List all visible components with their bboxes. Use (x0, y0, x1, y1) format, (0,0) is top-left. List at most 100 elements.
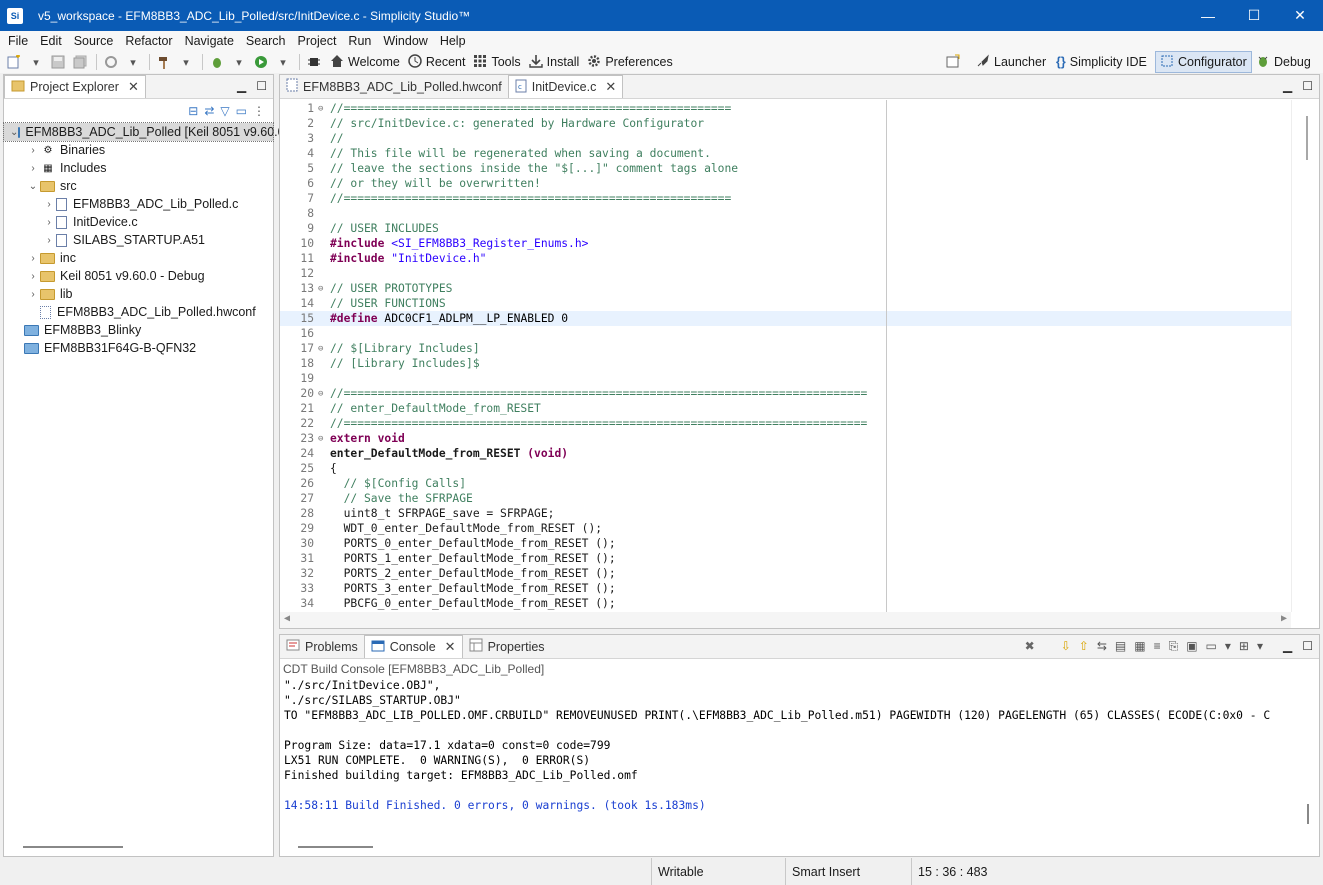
recent-button[interactable]: Recent (408, 53, 465, 71)
pin-console-icon[interactable]: ▦ (1134, 639, 1145, 654)
menu-search[interactable]: Search (240, 34, 292, 48)
tree-item[interactable]: › inc (4, 249, 273, 267)
new-icon[interactable] (6, 54, 22, 70)
fold-marker[interactable]: ⊖ (318, 104, 326, 114)
perspective-launcher[interactable]: Launcher (976, 51, 1046, 73)
close-icon[interactable]: ✕ (445, 639, 456, 655)
menu-window[interactable]: Window (377, 34, 433, 48)
chevron-down-icon[interactable]: ⌄ (10, 127, 18, 138)
chevron-right-icon[interactable]: › (26, 163, 40, 174)
fold-marker[interactable]: ⊖ (318, 389, 326, 399)
dropdown-arrow-icon[interactable]: ▾ (28, 54, 44, 70)
fold-marker[interactable]: ⊖ (318, 344, 326, 354)
tree-item[interactable]: › ⚙ Binaries (4, 141, 273, 159)
chevron-right-icon[interactable]: › (42, 199, 56, 210)
vertical-scrollbar-thumb[interactable] (1306, 116, 1308, 160)
menu-navigate[interactable]: Navigate (179, 34, 240, 48)
menu-help[interactable]: Help (434, 34, 472, 48)
perspective-ide[interactable]: {} Simplicity IDE (1056, 51, 1147, 73)
menu-file[interactable]: File (2, 34, 34, 48)
maximize-view-icon[interactable]: ☐ (1302, 79, 1313, 93)
display-console-icon[interactable]: ▣ (1186, 639, 1197, 654)
welcome-button[interactable]: Welcome (330, 54, 400, 71)
scroll-right-icon[interactable]: ▶ (1281, 613, 1287, 624)
tree-item[interactable]: › Keil 8051 v9.60.0 - Debug (4, 267, 273, 285)
save-icon[interactable] (50, 54, 66, 70)
console-scrollbar-thumb[interactable] (1307, 804, 1309, 824)
run-icon[interactable] (253, 54, 269, 70)
fold-marker[interactable]: ⊖ (318, 434, 326, 444)
open-console-icon[interactable]: ▭ (1206, 639, 1217, 654)
maximize-view-icon[interactable]: ☐ (1302, 639, 1313, 653)
word-wrap-icon[interactable]: ≡ (1154, 639, 1161, 654)
tab-console[interactable]: Console ✕ (363, 635, 463, 658)
dropdown-arrow-icon[interactable]: ▾ (275, 54, 291, 70)
focus-icon[interactable]: ▭ (236, 104, 247, 118)
chevron-right-icon[interactable]: › (26, 253, 40, 264)
tree-item[interactable]: ⌄ src (4, 177, 273, 195)
dropdown-arrow-icon[interactable]: ▾ (1257, 639, 1263, 654)
explorer-hscroll-thumb[interactable] (23, 846, 123, 848)
tree-item[interactable]: EFM8BB31F64G-B-QFN32 (4, 339, 273, 357)
perspective-debug[interactable]: Debug (1256, 51, 1311, 73)
close-window-button[interactable]: ✕ (1277, 0, 1323, 31)
maximize-button[interactable]: ☐ (1231, 0, 1277, 31)
dropdown-arrow-icon[interactable]: ▾ (231, 54, 247, 70)
chevron-down-icon[interactable]: ⌄ (26, 181, 40, 192)
menu-run[interactable]: Run (342, 34, 377, 48)
perspective-configurator[interactable]: Configurator (1155, 51, 1252, 73)
tree-item[interactable]: › ▦ Includes (4, 159, 273, 177)
open-perspective-button[interactable] (946, 51, 960, 73)
chevron-right-icon[interactable]: › (42, 217, 56, 228)
chevron-right-icon[interactable]: › (42, 235, 56, 246)
code-editor[interactable]: 1 ⊖ //====================================… (280, 100, 1319, 628)
view-menu-icon[interactable]: ⋮ (253, 104, 265, 118)
fold-marker[interactable]: ⊖ (318, 284, 326, 294)
arrow-down-icon[interactable]: ⇩ (1061, 639, 1071, 654)
tab-project-explorer[interactable]: Project Explorer ✕ (4, 75, 146, 98)
scroll-lock-icon[interactable]: ⇆ (1097, 639, 1107, 654)
close-icon[interactable]: ✕ (605, 79, 616, 95)
link-with-editor-icon[interactable]: ⇄ (204, 104, 214, 118)
tab-properties[interactable]: Properties (463, 635, 551, 658)
console-output[interactable]: "./src/InitDevice.OBJ", "./src/SILABS_STA… (280, 679, 1319, 856)
chevron-right-icon[interactable]: › (26, 289, 40, 300)
minimize-view-icon[interactable]: ▁ (237, 79, 246, 93)
menu-source[interactable]: Source (68, 34, 120, 48)
tree-item[interactable]: EFM8BB3_Blinky (4, 321, 273, 339)
copy-icon[interactable]: ⎘ (1169, 639, 1179, 654)
minimize-view-icon[interactable]: ▁ (1283, 639, 1292, 653)
install-button[interactable]: Install (528, 54, 579, 71)
tree-item[interactable]: ⌄ EFM8BB3_ADC_Lib_Polled [Keil 8051 v9.60… (3, 122, 285, 142)
dropdown-arrow-icon[interactable]: ▾ (125, 54, 141, 70)
hammer-build-icon[interactable] (156, 54, 172, 70)
save-all-icon[interactable] (72, 54, 88, 70)
tree-item[interactable]: › EFM8BB3_ADC_Lib_Polled.c (4, 195, 273, 213)
tools-button[interactable]: Tools (473, 54, 521, 71)
tree-item[interactable]: › SILABS_STARTUP.A51 (4, 231, 273, 249)
tree-item[interactable]: EFM8BB3_ADC_Lib_Polled.hwconf (4, 303, 273, 321)
tree-item[interactable]: › lib (4, 285, 273, 303)
terminate-icon[interactable]: ✖ (1025, 639, 1035, 654)
build-settings-icon[interactable] (103, 54, 119, 70)
dropdown-arrow-icon[interactable]: ▾ (1225, 639, 1231, 654)
filter-icon[interactable]: ▽ (220, 104, 229, 118)
tree-item[interactable]: › InitDevice.c (4, 213, 273, 231)
tab-problems[interactable]: Problems (280, 635, 364, 658)
console-hscroll-thumb[interactable] (298, 846, 373, 848)
minimize-button[interactable]: — (1185, 0, 1231, 31)
overview-ruler[interactable] (1291, 100, 1319, 612)
tab-hwconf[interactable]: EFM8BB3_ADC_Lib_Polled.hwconf (280, 75, 508, 98)
minimize-view-icon[interactable]: ▁ (1283, 79, 1292, 93)
dropdown-arrow-icon[interactable]: ▾ (178, 54, 194, 70)
menu-edit[interactable]: Edit (34, 34, 68, 48)
close-icon[interactable]: ✕ (128, 79, 139, 95)
clear-console-icon[interactable]: ▤ (1115, 639, 1126, 654)
maximize-view-icon[interactable]: ☐ (256, 79, 267, 93)
preferences-button[interactable]: Preferences (587, 54, 673, 71)
tab-initdevice[interactable]: c InitDevice.c ✕ (507, 75, 624, 98)
chip-icon[interactable] (306, 54, 322, 70)
scroll-left-icon[interactable]: ◀ (284, 613, 290, 624)
new-console-icon[interactable]: ⊞ (1239, 639, 1249, 654)
menu-project[interactable]: Project (292, 34, 343, 48)
